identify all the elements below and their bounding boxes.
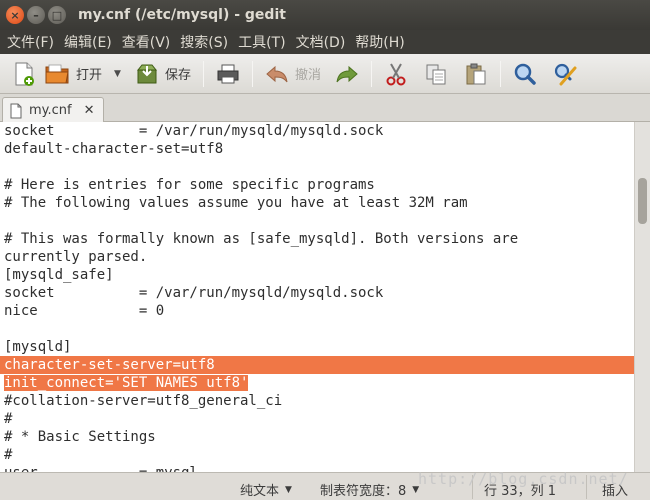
redo-button[interactable] — [331, 58, 363, 90]
code-line: nice = 0 — [4, 303, 165, 319]
tab-close-icon[interactable]: ✕ — [84, 103, 95, 118]
toolbar-separator — [370, 60, 372, 87]
menu-documents[interactable]: 文档(D) — [291, 32, 351, 52]
open-folder-icon — [45, 64, 69, 83]
code-line: # The following values assume you have a… — [4, 195, 468, 211]
magnifier-icon — [514, 63, 536, 85]
code-line: [mysqld_safe] — [4, 267, 114, 283]
tab-width-selector[interactable]: 制表符宽度：8 ▼ — [320, 480, 419, 499]
copy-icon — [426, 64, 446, 84]
paste-button[interactable] — [460, 58, 492, 90]
toolbar-separator — [499, 60, 501, 87]
tab-bar: my.cnf ✕ — [0, 94, 650, 123]
selected-code-line-partial: init_connect='SET NAMES utf8' — [0, 374, 634, 392]
tab-my-cnf[interactable]: my.cnf ✕ — [2, 97, 104, 123]
watermark: http://blog.csdn.net/ — [418, 470, 629, 488]
chevron-down-icon: ▼ — [285, 484, 292, 495]
find-replace-icon — [554, 63, 577, 85]
menu-bar: 文件(F) 编辑(E) 查看(V) 搜索(S) 工具(T) 文档(D) 帮助(H… — [0, 30, 650, 54]
save-label: 保存 — [164, 68, 191, 83]
redo-arrow-icon — [336, 65, 358, 82]
code-line: #collation-server=utf8_general_ci — [4, 393, 283, 409]
selected-code-line: character-set-server=utf8 — [0, 356, 634, 374]
window-title: my.cnf (/etc/mysql) - gedit — [78, 7, 286, 23]
language-selector[interactable]: 纯文本 ▼ — [240, 480, 292, 499]
toolbar: 打开 ▼ 保存 撤消 — [0, 54, 650, 94]
undo-button[interactable]: 撤消 — [261, 58, 325, 90]
print-button[interactable] — [212, 58, 244, 90]
vertical-scrollbar[interactable] — [634, 122, 650, 472]
code-line: # * Basic Settings — [4, 429, 156, 445]
menu-view[interactable]: 查看(V) — [117, 32, 176, 52]
close-window-button[interactable]: × — [6, 6, 24, 24]
open-recent-dropdown[interactable]: ▼ — [114, 69, 121, 79]
selected-text: init_connect='SET NAMES utf8' — [4, 375, 249, 391]
code-line: # — [4, 411, 13, 427]
open-label: 打开 — [76, 68, 103, 83]
toolbar-separator — [251, 60, 253, 87]
toolbar-separator — [202, 60, 204, 87]
text-editor[interactable]: socket = /var/run/mysqld/mysqld.sock def… — [0, 122, 634, 472]
code-line: # Here is entries for some specific prog… — [4, 177, 375, 193]
menu-help[interactable]: 帮助(H) — [350, 32, 409, 52]
new-document-button[interactable] — [8, 58, 40, 90]
menu-file[interactable]: 文件(F) — [2, 32, 59, 52]
code-line: socket = /var/run/mysqld/mysqld.sock — [4, 123, 384, 139]
code-line: [mysqld] — [4, 339, 72, 355]
menu-tools[interactable]: 工具(T) — [233, 32, 290, 52]
save-icon — [136, 64, 157, 83]
scissors-icon — [386, 63, 406, 85]
language-label: 纯文本 — [240, 484, 280, 499]
undo-arrow-icon — [266, 65, 288, 82]
code-line: currently parsed. — [4, 249, 148, 265]
maximize-window-button[interactable]: □ — [48, 6, 66, 24]
tab-label: my.cnf — [29, 103, 72, 118]
save-button[interactable]: 保存 — [131, 58, 195, 90]
minimize-window-button[interactable]: – — [27, 6, 45, 24]
menu-edit[interactable]: 编辑(E) — [59, 32, 117, 52]
undo-label: 撤消 — [294, 68, 321, 83]
window-controls: × – □ — [6, 6, 66, 24]
find-replace-button[interactable] — [549, 58, 581, 90]
tab-width-label: 制表符宽度：8 — [320, 484, 407, 499]
paste-clipboard-icon — [466, 63, 486, 84]
new-document-icon — [15, 62, 34, 86]
code-line: socket = /var/run/mysqld/mysqld.sock — [4, 285, 384, 301]
title-bar: × – □ my.cnf (/etc/mysql) - gedit — [0, 0, 650, 30]
code-line: # This was formally known as [safe_mysql… — [4, 231, 519, 247]
document-icon — [10, 103, 22, 118]
printer-icon — [217, 64, 239, 83]
find-button[interactable] — [509, 58, 541, 90]
scrollbar-thumb[interactable] — [638, 178, 647, 224]
cut-button[interactable] — [380, 58, 412, 90]
code-line: # — [4, 447, 13, 463]
code-line: default-character-set=utf8 — [4, 141, 224, 157]
copy-button[interactable] — [420, 58, 452, 90]
menu-search[interactable]: 搜索(S) — [175, 32, 233, 52]
open-button[interactable]: 打开 — [40, 58, 106, 90]
